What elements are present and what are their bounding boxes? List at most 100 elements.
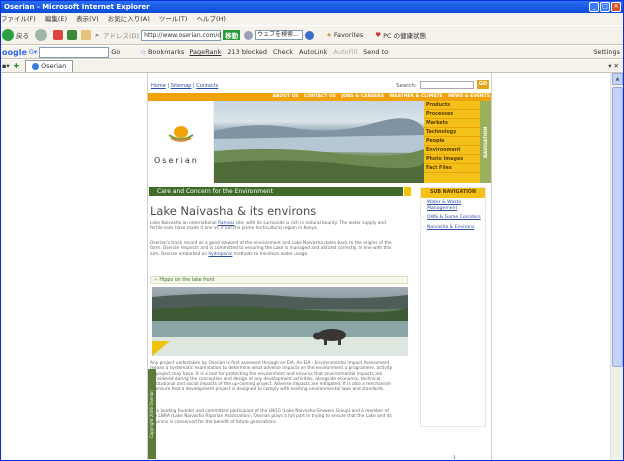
- sitemap-link[interactable]: Sitemap: [171, 83, 192, 89]
- oserian-page: Home | Sitemap | Contacts Search: GO ABO…: [147, 73, 492, 460]
- nav-news[interactable]: NEWS & EVENTS: [448, 94, 490, 99]
- web-search-input[interactable]: ウェブを検索...: [255, 30, 304, 40]
- hydroponic-link[interactable]: hydroponic: [208, 252, 232, 257]
- go-button[interactable]: 移動: [223, 30, 241, 40]
- menu-products[interactable]: Products: [424, 101, 480, 110]
- toolbar-icon[interactable]: [244, 30, 254, 40]
- menu-help[interactable]: ヘルプ(H): [197, 15, 226, 23]
- google-search-input[interactable]: [39, 46, 110, 58]
- intro-paragraph: Lake Naivasha an international Ramsar si…: [150, 221, 394, 232]
- menu-file[interactable]: ファイル(F): [1, 15, 36, 23]
- scroll-up-button[interactable]: ▲: [612, 73, 623, 85]
- menu-photo-images[interactable]: Photo Images: [424, 155, 480, 164]
- menu-people[interactable]: People: [424, 137, 480, 146]
- heart-icon[interactable]: ♥: [375, 31, 381, 39]
- favorites-button[interactable]: Favorites: [334, 31, 363, 39]
- maximize-button[interactable]: □: [600, 2, 610, 12]
- autofill-button[interactable]: AutoFill: [333, 48, 357, 56]
- star-icon[interactable]: ★: [326, 31, 332, 39]
- copyright-strip: Copyright 2006 Oserian: [148, 369, 156, 459]
- add-tab-icon[interactable]: ✚: [14, 62, 19, 70]
- url-text: http://www.oserian.com/d: [144, 31, 222, 39]
- google-toolbar: oogle G▾ Go ☆ Bookmarks PageRank 213 blo…: [1, 45, 623, 59]
- section-bar: Care and Concern for the Environment: [149, 187, 403, 196]
- side-menu: Products Processes Markets Technology Pe…: [424, 101, 480, 183]
- nav-contact[interactable]: CONTACT US: [304, 94, 336, 99]
- tab-close-icon[interactable]: ▾ ✕: [608, 62, 623, 70]
- address-field[interactable]: http://www.oserian.com/d: [141, 29, 222, 41]
- send-to-button[interactable]: Send to: [363, 48, 388, 56]
- standard-toolbar: 戻る » アドレス(D) http://www.oserian.com/d 移動…: [1, 25, 623, 45]
- title-bar[interactable]: Oserian - Microsoft Internet Explorer _ …: [1, 1, 623, 13]
- track-text-b: methods to minimize water usage.: [232, 251, 309, 257]
- caption-text: Hippo on the lake front: [159, 278, 215, 283]
- browser-window: Oserian - Microsoft Internet Explorer _ …: [0, 0, 624, 461]
- menu-favorites[interactable]: お気に入り(A): [108, 15, 150, 23]
- home-icon[interactable]: [81, 30, 91, 40]
- stop-icon[interactable]: [53, 30, 63, 40]
- sun-logo-icon: [168, 126, 194, 142]
- menu-markets[interactable]: Markets: [424, 119, 480, 128]
- page-number[interactable]: 1: [453, 456, 456, 460]
- menu-technology[interactable]: Technology: [424, 128, 480, 137]
- nav-jobs[interactable]: JOBS & CAREERS: [341, 94, 383, 99]
- search-label: Search:: [396, 83, 417, 89]
- sub-navigation: SUB NAVIGATION Water & Waste Management …: [420, 187, 486, 427]
- nav-about[interactable]: ABOUT US: [272, 94, 298, 99]
- page-title: Lake Naivasha & its environs: [150, 204, 317, 218]
- logo-area[interactable]: Oserian: [148, 101, 214, 183]
- menu-edit[interactable]: 編集(E): [45, 15, 67, 23]
- site-search-go-button[interactable]: GO: [477, 80, 489, 89]
- minimize-button[interactable]: _: [589, 2, 599, 12]
- menu-bar: ファイル(F) 編集(E) 表示(V) お気に入り(A) ツール(T) ヘルプ(…: [1, 13, 623, 25]
- vertical-scrollbar[interactable]: ▲: [610, 73, 623, 460]
- window-title: Oserian - Microsoft Internet Explorer: [4, 3, 150, 11]
- subnav-naivasha[interactable]: Naivasha & Environs: [421, 223, 485, 233]
- pagerank-indicator[interactable]: PageRank: [189, 48, 221, 56]
- refresh-icon[interactable]: [67, 30, 77, 40]
- menu-environment[interactable]: Environment: [424, 146, 480, 155]
- pc-status-button[interactable]: PC の健康状態: [383, 30, 426, 40]
- subnav-title: SUB NAVIGATION: [421, 188, 485, 198]
- close-button[interactable]: ✕: [611, 2, 621, 12]
- section-tag: [404, 187, 411, 196]
- tab-bar: ▪▾ ✚ Oserian ▾ ✕: [1, 59, 623, 73]
- subnav-game-corridors[interactable]: OWS & Game Corridors: [421, 213, 485, 223]
- tab-label: Oserian: [41, 62, 67, 70]
- lngg-paragraph: As a leading founder and committed parti…: [150, 409, 392, 425]
- google-go-button[interactable]: Go: [111, 48, 120, 56]
- contacts-link[interactable]: Contacts: [196, 83, 218, 89]
- menu-fact-files[interactable]: Fact Files: [424, 164, 480, 173]
- bookmarks-button[interactable]: Bookmarks: [148, 48, 184, 56]
- back-arrow-icon[interactable]: [2, 29, 14, 41]
- google-g-icon[interactable]: G▾: [29, 48, 37, 56]
- popup-blocker[interactable]: 213 blocked: [227, 48, 267, 56]
- address-label: アドレス(D): [102, 32, 140, 40]
- back-button[interactable]: 戻る: [16, 30, 29, 40]
- main-nav: ABOUT US CONTACT US JOBS & CAREERS WEATH…: [148, 93, 491, 101]
- hippo-photo: [152, 287, 408, 356]
- track-record-paragraph: Oserian's track record as a good steward…: [150, 241, 394, 257]
- check-button[interactable]: Check: [273, 48, 293, 56]
- web-viewport: Home | Sitemap | Contacts Search: GO ABO…: [2, 73, 610, 460]
- hero-banner: Oserian Products Processes Markets Techn…: [148, 101, 491, 183]
- menu-tools[interactable]: ツール(T): [159, 15, 188, 23]
- menu-processes[interactable]: Processes: [424, 110, 480, 119]
- photo-caption: ›› Hippo on the lake front: [150, 276, 408, 284]
- tab-list-icon[interactable]: ▪▾: [2, 62, 10, 70]
- forward-arrow-icon[interactable]: [35, 29, 47, 41]
- nav-weather[interactable]: WEATHER & CLIMATE: [389, 94, 442, 99]
- logo-text: Oserian: [154, 156, 199, 165]
- bookmark-star-icon[interactable]: ☆: [140, 48, 146, 56]
- menu-view[interactable]: 表示(V): [76, 15, 99, 23]
- subnav-water-waste[interactable]: Water & Waste Management: [421, 198, 485, 213]
- chevron-icon[interactable]: »: [95, 31, 99, 39]
- tab-oserian[interactable]: Oserian: [25, 60, 74, 72]
- home-link[interactable]: Home: [151, 83, 166, 89]
- scroll-thumb[interactable]: [612, 87, 623, 367]
- site-search-input[interactable]: [420, 81, 474, 89]
- google-logo[interactable]: oogle: [2, 48, 27, 57]
- search-icon[interactable]: [305, 30, 315, 40]
- autolink-button[interactable]: AutoLink: [299, 48, 327, 56]
- settings-button[interactable]: Settings: [593, 48, 623, 56]
